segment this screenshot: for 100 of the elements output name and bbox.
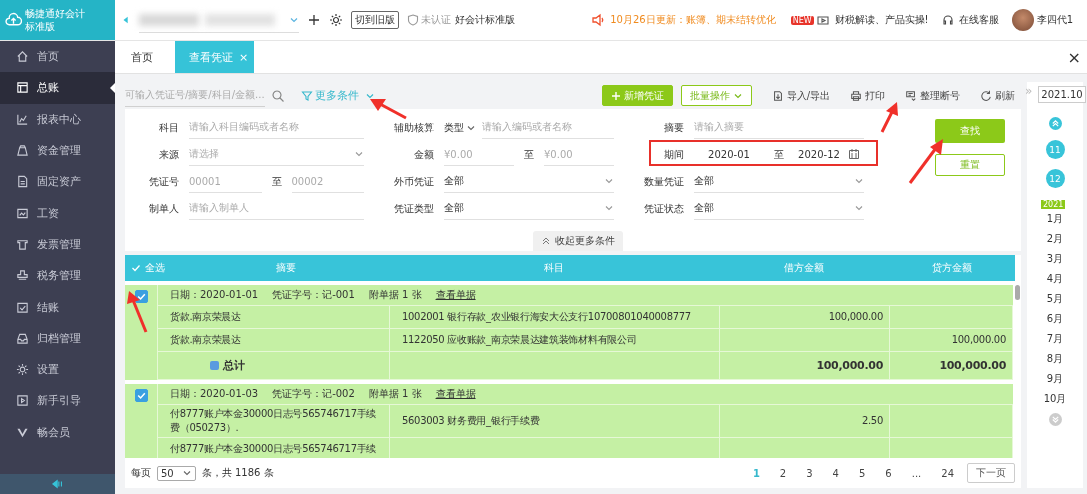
year-tag: 2021 xyxy=(1041,200,1066,209)
voucher-date: 日期：2020-01-01 xyxy=(170,288,259,302)
next-page-button[interactable]: 下一页 xyxy=(967,463,1015,483)
chevron-down-icon xyxy=(854,176,864,186)
sidebar-item[interactable]: 发票管理 xyxy=(0,228,115,261)
settings-icon[interactable] xyxy=(329,13,343,27)
news-link[interactable]: 财税解读、产品实操! xyxy=(834,13,929,27)
sidebar-item[interactable]: 固定资产 xyxy=(0,166,115,198)
sidebar-item[interactable]: 首页 xyxy=(0,41,115,73)
scrollbar[interactable] xyxy=(1015,285,1020,300)
scroll-up-button[interactable] xyxy=(1048,117,1062,130)
range-to-field[interactable]: 2020-12 xyxy=(794,143,864,166)
attachment-count: 附单据 1 张 xyxy=(368,288,422,302)
filter-label: 金额 xyxy=(413,147,435,162)
toolbar-button[interactable]: 导入/导出 xyxy=(765,85,836,106)
page-link[interactable]: 3 xyxy=(799,467,820,479)
per-page-label: 每页 xyxy=(131,466,151,480)
chevron-down-icon xyxy=(854,203,864,213)
search-icon[interactable] xyxy=(271,88,285,103)
sidebar-item[interactable]: 归档管理 xyxy=(0,322,115,354)
sidebar-item[interactable]: 报表中心 xyxy=(0,103,115,135)
sidebar-item[interactable]: 设置 xyxy=(0,353,115,386)
plus-icon[interactable] xyxy=(307,13,321,27)
sidebar-item[interactable]: 结账 xyxy=(0,291,115,323)
sidebar-item[interactable]: 总账 xyxy=(0,72,115,104)
page-link[interactable]: 2 xyxy=(772,467,794,479)
filter-label: 凭证类型 xyxy=(393,201,435,216)
range-separator: 至 xyxy=(523,147,535,162)
column-header: 科目 xyxy=(543,261,565,275)
column-header: 借方金额 xyxy=(783,261,825,275)
month-item[interactable]: 8月 xyxy=(1046,349,1064,369)
month-item[interactable]: 4月 xyxy=(1046,269,1064,289)
toolbar-button[interactable]: 整理断号 xyxy=(899,85,966,106)
tab[interactable]: 首页 xyxy=(123,41,161,73)
month-item[interactable]: 2月 xyxy=(1046,229,1064,249)
filter-label: 来源 xyxy=(158,147,180,162)
close-button[interactable]: × xyxy=(1061,47,1087,67)
toolbar-button[interactable]: 刷新 xyxy=(974,85,1021,106)
sidebar-item[interactable]: 新手引导 xyxy=(0,385,115,417)
chevron-down-icon xyxy=(604,203,614,213)
filter-label: 科目 xyxy=(158,120,180,135)
page-link[interactable]: ... xyxy=(904,467,929,479)
view-attachments-link[interactable]: 查看单据 xyxy=(435,288,476,302)
page-link[interactable]: 6 xyxy=(878,467,899,479)
sidebar-item[interactable]: 税务管理 xyxy=(0,260,115,292)
sidebar-item[interactable]: 资金管理 xyxy=(0,134,115,167)
page-link[interactable]: 5 xyxy=(851,467,873,479)
row-checkbox[interactable] xyxy=(134,389,148,402)
voucher-number: 凭证字号：记-001 xyxy=(272,288,355,302)
chevron-down-icon xyxy=(181,468,192,478)
month-item[interactable]: 7月 xyxy=(1046,329,1064,349)
support-link[interactable]: 在线客服 xyxy=(958,13,999,27)
toolbar-button[interactable]: 打印 xyxy=(844,85,891,106)
period-field[interactable]: 2021.10 xyxy=(1038,86,1086,103)
chevron-down-icon xyxy=(354,149,364,159)
type-select[interactable]: 类型 xyxy=(444,120,476,135)
filter-select[interactable]: 全部 xyxy=(694,170,864,193)
plus-icon xyxy=(610,90,621,101)
month-item[interactable]: 10月 xyxy=(1043,389,1067,409)
collapse-bar[interactable] xyxy=(0,474,115,494)
month-item[interactable]: 3月 xyxy=(1046,249,1064,269)
per-page-select[interactable]: 50 xyxy=(157,465,196,481)
voucher-number: 凭证字号：记-002 xyxy=(272,387,355,401)
filter-select[interactable]: 全部 xyxy=(694,197,864,220)
user-name[interactable]: 李四代1 xyxy=(1036,13,1073,27)
month-item[interactable]: 1月 xyxy=(1046,209,1064,229)
avatar[interactable] xyxy=(1011,9,1034,31)
annotation-arrow xyxy=(127,291,148,333)
filter-label: 摘要 xyxy=(663,120,685,135)
filter-select[interactable]: 全部 xyxy=(444,170,614,193)
sidebar-item[interactable]: 畅会员 xyxy=(0,416,115,448)
switch-version-button[interactable]: 切到旧版 xyxy=(351,11,399,29)
tray-icon xyxy=(16,331,29,345)
month-item[interactable]: 6月 xyxy=(1046,309,1064,329)
month-item[interactable]: 5月 xyxy=(1046,289,1064,309)
printer-icon xyxy=(850,89,862,102)
filter-label: 数量凭证 xyxy=(643,174,685,189)
summary-cell: 付8777账户本金30000日志号565746717手续 xyxy=(170,442,377,456)
import-icon xyxy=(771,89,784,102)
back-arrow-icon[interactable] xyxy=(121,14,131,26)
total-icon xyxy=(210,361,219,370)
range-from-field[interactable]: 2020-01 xyxy=(694,143,764,166)
month-item[interactable]: 9月 xyxy=(1046,369,1064,389)
collapse-filters-button[interactable]: 收起更多条件 xyxy=(533,231,623,251)
check-icon xyxy=(135,390,147,401)
double-chevron-up-icon xyxy=(1050,119,1060,128)
filter-label: 凭证状态 xyxy=(643,201,685,216)
filter-label: 制单人 xyxy=(148,201,180,216)
sidebar-item[interactable]: 工资 xyxy=(0,197,115,229)
account-cell: 1122050 应收账款_南京荣晨达建筑装饰材料有限公司 xyxy=(402,333,637,347)
scroll-down-button[interactable] xyxy=(1048,413,1062,426)
filter-icon[interactable] xyxy=(301,89,313,102)
debit-cell: 2.50 xyxy=(861,414,883,428)
settings-icon xyxy=(16,363,29,377)
view-attachments-link[interactable]: 查看单据 xyxy=(435,387,476,401)
page-link[interactable]: 4 xyxy=(825,467,846,479)
filter-select[interactable]: 全部 xyxy=(444,197,614,220)
shield-icon xyxy=(407,14,419,26)
page-link[interactable]: 24 xyxy=(934,467,961,479)
calendar-icon xyxy=(847,148,860,160)
